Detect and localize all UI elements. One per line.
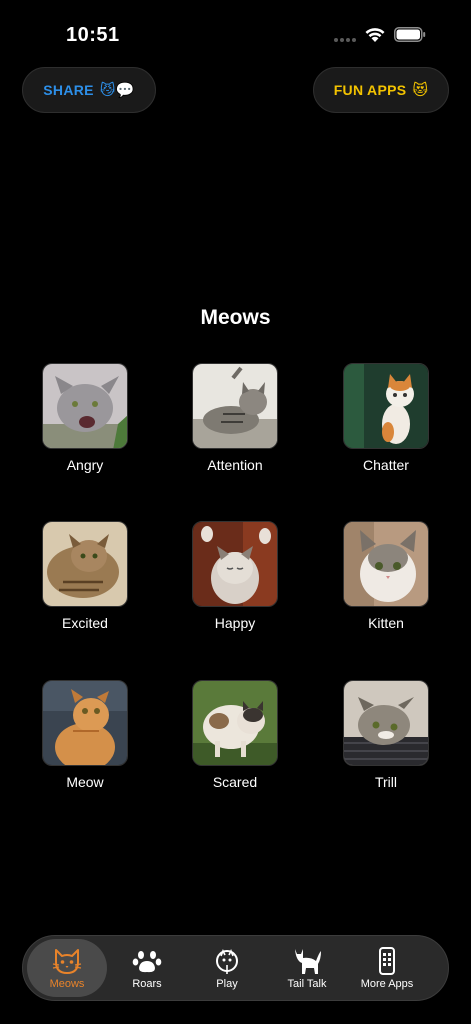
share-button[interactable]: SHARE 😼💬 [22,67,156,113]
sound-item-attention[interactable]: Attention [180,363,290,473]
sound-label: Chatter [363,457,409,473]
sound-item-kitten[interactable]: Kitten [331,521,441,631]
tab-more-apps[interactable]: More Apps [347,939,427,997]
sound-item-meow[interactable]: Meow [30,680,140,790]
phone-apps-icon [379,946,395,975]
sound-item-trill[interactable]: Trill [331,680,441,790]
sound-item-excited[interactable]: Excited [30,521,140,631]
sound-item-happy[interactable]: Happy [180,521,290,631]
tab-meows[interactable]: Meows [27,939,107,997]
sound-label: Trill [374,774,398,790]
share-emoji-icon: 😼💬 [99,82,135,99]
orange-cat-looking-up-photo [42,680,128,766]
cellular-signal-icon [334,38,356,42]
tab-roars[interactable]: Roars [107,939,187,997]
sound-label: Meow [66,774,104,790]
tab-play[interactable]: Play [187,939,267,997]
gray-cat-hissing-photo [42,363,128,449]
tabby-cat-resting-photo [343,680,429,766]
sound-label: Angry [66,457,104,473]
tabby-cat-crouching-photo [192,363,278,449]
share-button-label: SHARE [43,82,94,98]
tab-label: Tail Talk [287,977,327,990]
sound-item-angry[interactable]: Angry [30,363,140,473]
tab-label: Play [216,977,238,990]
fun-apps-button-label: FUN APPS [333,82,407,98]
paw-icon [132,950,162,972]
sound-label: Kitten [368,615,404,631]
fun-apps-emoji-icon: 😻 [412,82,429,99]
wifi-icon [365,28,385,42]
tab-tail-talk[interactable]: Tail Talk [267,939,347,997]
fluffy-kitten-stretching-photo [192,521,278,607]
sound-label: Attention [207,457,263,473]
fun-apps-button[interactable]: FUN APPS 😻 [313,67,449,113]
tab-label: Roars [132,977,162,990]
cat-silhouette-icon [295,948,321,974]
status-time: 10:51 [66,24,120,46]
cat-toy-icon [216,948,238,974]
tabby-cat-lying-photo [42,521,128,607]
sound-item-chatter[interactable]: Chatter [331,363,441,473]
orange-white-kitten-photo [343,363,429,449]
status-bar: 10:51 [0,0,471,60]
sound-item-scared[interactable]: Scared [180,680,290,790]
sound-label: Happy [214,615,256,631]
sound-label: Excited [62,615,108,631]
calico-cat-arched-photo [192,680,278,766]
section-title: Meows [200,306,271,329]
sound-label: Scared [212,774,258,790]
tab-bar: Meows Roars Play Tail Talk More Apps [22,935,449,1001]
tab-label: More Apps [360,977,414,990]
tab-label: Meows [49,977,85,990]
tabby-white-kitten-photo [343,521,429,607]
cat-face-icon [52,948,82,974]
battery-icon [394,27,426,42]
